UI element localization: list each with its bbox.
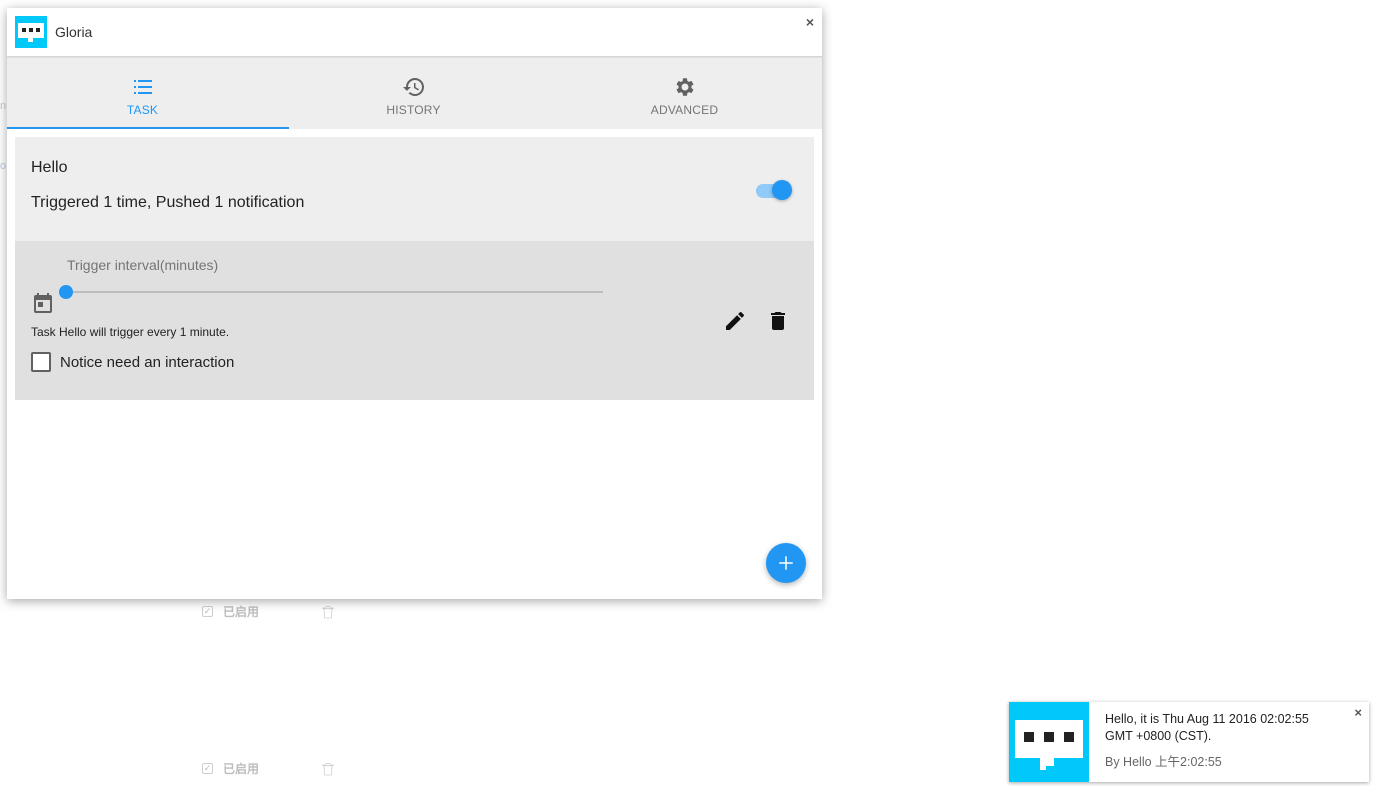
background-enabled-row: ✓ 已启用 (202, 760, 259, 777)
task-detail-panel: Trigger interval(minutes) Task Hello wil… (15, 241, 814, 400)
tab-advanced[interactable]: ADVANCED (549, 58, 820, 129)
notification-source: By Hello 上午2:02:55 (1105, 755, 1222, 769)
background-enabled-label: 已启用 (223, 605, 260, 619)
calendar-icon (34, 293, 52, 313)
edit-icon[interactable] (723, 309, 747, 333)
delete-icon[interactable] (766, 309, 790, 333)
tab-history-label: HISTORY (386, 102, 441, 117)
tab-history[interactable]: HISTORY (278, 58, 549, 129)
background-edge-text: o (0, 160, 7, 172)
titlebar: Gloria × (7, 8, 822, 57)
background-checkbox: ✓ (202, 763, 213, 774)
background-enabled-label: 已启用 (223, 762, 260, 776)
chat-bubble-logo-icon (15, 16, 47, 48)
task-enabled-toggle[interactable] (756, 179, 792, 201)
task-name: Hello (31, 159, 68, 176)
background-checkbox: ✓ (202, 606, 213, 617)
notification-message: Hello, it is Thu Aug 11 2016 02:02:55 GM… (1105, 712, 1309, 743)
notification-body: Hello, it is Thu Aug 11 2016 02:02:55 GM… (1089, 702, 1355, 782)
tab-task[interactable]: TASK (7, 58, 278, 129)
interaction-checkbox-label: Notice need an interaction (60, 353, 235, 371)
add-task-button[interactable] (766, 543, 806, 583)
background-trash-icon (322, 606, 334, 619)
task-stats: Triggered 1 time, Pushed 1 notification (31, 194, 305, 211)
interval-slider[interactable] (59, 285, 603, 299)
gloria-popup-window: Gloria × TASK HISTORY ADVANCED Hello Tri… (7, 8, 822, 599)
close-icon[interactable]: × (806, 14, 814, 30)
active-tab-indicator (7, 127, 289, 129)
interaction-checkbox-row[interactable]: Notice need an interaction (31, 352, 234, 372)
slider-thumb[interactable] (59, 285, 73, 299)
trigger-description: Task Hello will trigger every 1 minute. (31, 325, 230, 339)
tab-advanced-label: ADVANCED (650, 102, 719, 117)
task-list: Hello Triggered 1 time, Pushed 1 notific… (15, 137, 814, 400)
toggle-thumb (772, 180, 792, 200)
gear-icon (676, 77, 693, 96)
interval-label: Trigger interval(minutes) (67, 257, 219, 273)
chat-bubble-logo-icon (1009, 702, 1089, 782)
background-edge-text: n (0, 100, 7, 112)
task-card-header[interactable]: Hello Triggered 1 time, Pushed 1 notific… (15, 137, 814, 241)
tab-bar: TASK HISTORY ADVANCED (7, 57, 822, 129)
interaction-checkbox[interactable] (31, 352, 51, 372)
slider-track (66, 291, 603, 293)
notification-close-icon[interactable]: × (1354, 705, 1362, 720)
plus-icon (779, 556, 793, 570)
tab-task-label: TASK (126, 102, 159, 117)
background-trash-icon (322, 763, 334, 776)
background-enabled-row: ✓ 已启用 (202, 603, 259, 620)
history-icon (402, 77, 424, 96)
app-title: Gloria (55, 24, 93, 40)
desktop-notification[interactable]: Hello, it is Thu Aug 11 2016 02:02:55 GM… (1009, 702, 1369, 782)
list-icon (133, 79, 152, 94)
